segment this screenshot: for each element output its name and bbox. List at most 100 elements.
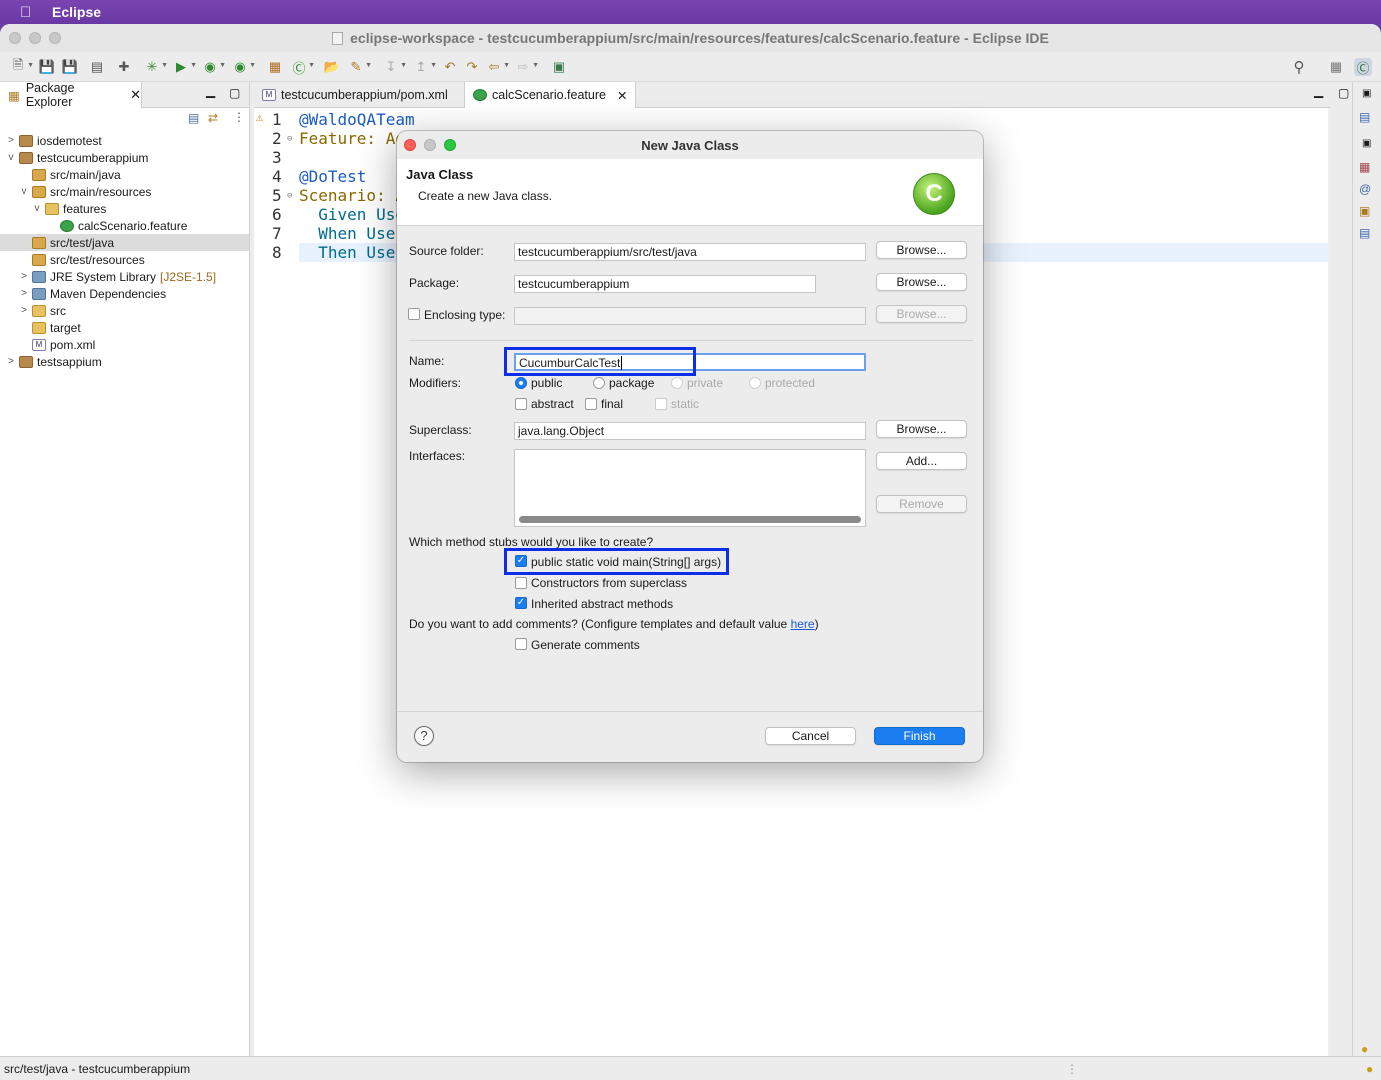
package-browse-button[interactable]: Browse... <box>876 273 967 291</box>
tree-item-calcscenario-feature[interactable]: calcScenario.feature <box>0 217 249 234</box>
public-radio[interactable] <box>515 377 527 389</box>
tab-calcscenario-feature[interactable]: calcScenario.feature ✕ <box>464 82 637 108</box>
minimize-window-button[interactable] <box>29 32 41 44</box>
open-type-icon[interactable]: 📂 <box>323 58 341 76</box>
expand-icon[interactable]: > <box>5 356 17 367</box>
final-checkbox[interactable] <box>585 398 597 410</box>
search-icon[interactable]: ⚲ <box>1290 58 1308 76</box>
tree-item-src-test-java[interactable]: src/test/java <box>0 234 249 251</box>
tree-item-src[interactable]: > src <box>0 302 249 319</box>
protected-radio[interactable] <box>749 377 761 389</box>
apple-icon[interactable]:  <box>20 4 42 21</box>
enclosing-type-checkbox[interactable] <box>408 308 420 320</box>
coverage-icon[interactable]: ◉ ▼ <box>201 58 226 76</box>
package-field[interactable]: testcucumberappium <box>514 275 816 293</box>
tab-pom-xml[interactable]: M testcucumberappium/pom.xml <box>254 82 456 108</box>
view-menu-icon[interactable]: ⋮ <box>233 110 245 124</box>
tree-item-src-main-java[interactable]: src/main/java <box>0 166 249 183</box>
horizontal-scrollbar[interactable] <box>519 516 861 523</box>
new-java-class-icon[interactable]: Ⓒ ▼ <box>290 58 315 76</box>
outline-icon[interactable]: ▤ <box>1359 110 1370 124</box>
tree-item-jre-system-library[interactable]: > JRE System Library [J2SE-1.5] <box>0 268 249 285</box>
terminal-icon[interactable]: ▤ <box>88 58 106 76</box>
package-radio[interactable] <box>593 377 605 389</box>
new-wizard-icon[interactable]: 🗎 ▼ <box>9 57 34 76</box>
generate-comments-checkbox[interactable] <box>515 638 527 650</box>
source-folder-browse-button[interactable]: Browse... <box>876 241 967 259</box>
tree-item-iosdemotest[interactable]: > iosdemotest <box>0 132 249 149</box>
fold-icon[interactable]: ⊖ <box>287 191 292 201</box>
dialog-close-button[interactable] <box>404 139 416 151</box>
zoom-window-button[interactable] <box>49 32 61 44</box>
abstract-checkbox[interactable] <box>515 398 527 410</box>
javadoc-icon[interactable]: @ <box>1359 182 1371 196</box>
tree-item-maven-dependencies[interactable]: > Maven Dependencies <box>0 285 249 302</box>
close-window-button[interactable] <box>9 32 21 44</box>
problems-icon[interactable]: ▦ <box>1359 160 1370 174</box>
tree-item-testcucumberappium[interactable]: v testcucumberappium <box>0 149 249 166</box>
configure-templates-link[interactable]: here <box>791 617 815 631</box>
save-icon[interactable]: 💾 <box>38 58 56 76</box>
source-folder-field[interactable]: testcucumberappium/src/test/java <box>514 243 866 261</box>
close-icon[interactable]: ✕ <box>617 88 627 103</box>
tree-item-src-test-resources[interactable]: src/test/resources <box>0 251 249 268</box>
interfaces-list[interactable] <box>514 449 866 527</box>
inherited-methods-checkbox[interactable]: ✓ <box>515 597 527 609</box>
collapse-all-icon[interactable]: ▤ <box>188 111 199 125</box>
tab-package-explorer[interactable]: ▦ Package Explorer ✕ <box>0 81 142 109</box>
private-radio[interactable] <box>671 377 683 389</box>
expand-icon[interactable]: > <box>18 305 30 316</box>
finish-button[interactable]: Finish <box>874 727 965 745</box>
new-java-project-icon[interactable]: ▦ <box>266 58 284 76</box>
open-perspective-icon[interactable]: ▦ <box>1327 58 1345 76</box>
remove-interface-button[interactable]: Remove <box>876 495 967 513</box>
minimize-view-icon[interactable]: ▁ <box>1314 84 1323 98</box>
collapse-icon[interactable]: v <box>18 186 30 197</box>
tree-item-target[interactable]: target <box>0 319 249 336</box>
enclosing-type-browse-button[interactable]: Browse... <box>876 305 967 323</box>
link-with-editor-icon[interactable]: ⇄ <box>208 111 218 125</box>
expand-icon[interactable]: > <box>5 135 17 146</box>
maximize-view-icon[interactable]: ▢ <box>1338 86 1349 100</box>
next-annotation-icon[interactable]: ↧ ▼ <box>382 58 407 76</box>
enclosing-type-field[interactable] <box>514 307 866 325</box>
forward-edit-icon[interactable]: ↷ <box>463 58 481 76</box>
dialog-zoom-button[interactable] <box>444 139 456 151</box>
constructors-checkbox[interactable] <box>515 577 527 589</box>
tree-item-pom-xml[interactable]: Mpom.xml <box>0 336 249 353</box>
tree-item-src-main-resources[interactable]: v src/main/resources <box>0 183 249 200</box>
dialog-minimize-button[interactable] <box>424 139 436 151</box>
cancel-button[interactable]: Cancel <box>765 727 856 745</box>
console-icon[interactable]: ▤ <box>1359 226 1370 240</box>
fold-icon[interactable]: ⊖ <box>287 134 292 144</box>
collapse-icon[interactable]: v <box>31 203 43 214</box>
run-icon[interactable]: ▶ ▼ <box>172 58 197 76</box>
superclass-field[interactable]: java.lang.Object <box>514 422 866 440</box>
superclass-browse-button[interactable]: Browse... <box>876 420 967 438</box>
restore-icon[interactable]: ▣ <box>1362 88 1371 99</box>
last-edit-icon[interactable]: ↶ <box>441 58 459 76</box>
prev-annotation-icon[interactable]: ↥ ▼ <box>412 58 437 76</box>
restore-icon[interactable]: ▣ <box>1362 138 1371 149</box>
add-interface-button[interactable]: Add... <box>876 452 967 470</box>
static-checkbox[interactable] <box>655 398 667 410</box>
search-task-icon[interactable]: ✎ ▼ <box>347 58 372 76</box>
skip-breakpoints-icon[interactable]: ✚ <box>115 58 133 76</box>
tip-bulb-icon[interactable]: ● <box>1366 1062 1373 1076</box>
java-perspective-icon[interactable]: Ⓒ <box>1354 58 1372 76</box>
tip-icon[interactable]: ● <box>1361 1042 1368 1056</box>
app-menu-eclipse[interactable]: Eclipse <box>52 4 101 20</box>
back-icon[interactable]: ⇦ ▼ <box>485 58 510 76</box>
tree-item-features[interactable]: v features <box>0 200 249 217</box>
maximize-view-icon[interactable]: ▢ <box>229 86 240 100</box>
expand-icon[interactable]: > <box>18 271 30 282</box>
pin-editor-icon[interactable]: ▣ <box>550 58 568 76</box>
help-icon[interactable]: ? <box>414 726 434 746</box>
close-icon[interactable]: ✕ <box>130 87 141 103</box>
tree-item-testsappium[interactable]: > testsappium <box>0 353 249 370</box>
debug-icon[interactable]: ✳ ▼ <box>143 58 168 76</box>
declaration-icon[interactable]: ▣ <box>1359 204 1370 218</box>
forward-icon[interactable]: ⇨ ▼ <box>514 58 539 76</box>
minimize-view-icon[interactable]: ▁ <box>206 84 215 98</box>
save-all-icon[interactable]: 💾 <box>61 58 79 76</box>
